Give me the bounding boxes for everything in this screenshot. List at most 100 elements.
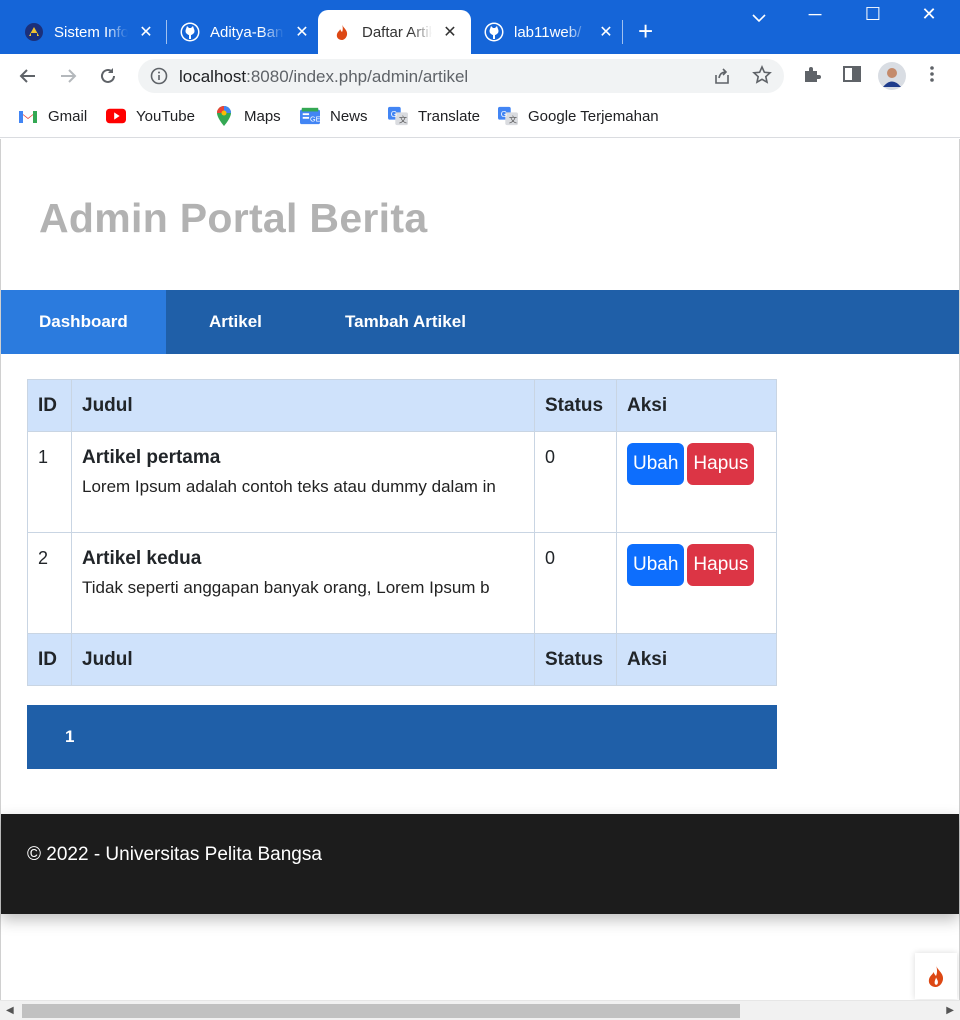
bookmark-label: Maps bbox=[244, 107, 281, 125]
bookmark-gmail[interactable]: Gmail bbox=[18, 107, 87, 125]
bookmark-label: Translate bbox=[418, 107, 480, 125]
browser-tab-daftar-artikel[interactable]: Daftar Artikel ✕ bbox=[318, 10, 471, 54]
new-tab-icon[interactable]: + bbox=[638, 18, 653, 44]
svg-text:文: 文 bbox=[399, 114, 407, 124]
nav-dashboard[interactable]: Dashboard bbox=[1, 290, 166, 354]
forward-icon[interactable] bbox=[56, 64, 80, 88]
col-id-header: ID bbox=[27, 379, 72, 432]
bookmark-maps[interactable]: Maps bbox=[214, 106, 281, 126]
url-host: localhost bbox=[179, 67, 247, 86]
maps-icon bbox=[214, 106, 234, 126]
cell-status: 0 bbox=[534, 532, 617, 634]
tab-title: Sistem Informasi bbox=[54, 23, 128, 41]
scroll-left-icon[interactable]: ◀ bbox=[6, 1005, 14, 1016]
nav-tambah-artikel[interactable]: Tambah Artikel bbox=[345, 290, 466, 354]
article-excerpt: Tidak seperti anggapan banyak orang, Lor… bbox=[82, 578, 490, 597]
cell-id: 2 bbox=[27, 532, 72, 634]
tab-title: lab11web/ bbox=[514, 23, 582, 41]
browser-tab-sistem-informasi[interactable]: Sistem Informasi ✕ bbox=[24, 10, 154, 54]
github-icon bbox=[484, 22, 504, 42]
extensions-icon[interactable] bbox=[802, 64, 822, 89]
side-panel-icon[interactable] bbox=[842, 64, 862, 89]
article-excerpt: Lorem Ipsum adalah contoh teks atau dumm… bbox=[82, 477, 496, 496]
col-status-footer: Status bbox=[534, 633, 617, 686]
svg-text:GE: GE bbox=[310, 114, 320, 123]
col-judul-header: Judul bbox=[71, 379, 535, 432]
codeigniter-icon bbox=[332, 22, 352, 42]
footer-copyright: © 2022 - Universitas Pelita Bangsa bbox=[27, 844, 322, 865]
nav-artikel[interactable]: Artikel bbox=[166, 290, 345, 354]
col-aksi-footer: Aksi bbox=[616, 633, 777, 686]
bookmark-google-terjemahan[interactable]: G文 Google Terjemahan bbox=[498, 106, 659, 126]
horizontal-scrollbar[interactable]: ◀ ▶ bbox=[0, 1000, 960, 1020]
university-logo-icon bbox=[24, 22, 44, 42]
col-judul-footer: Judul bbox=[71, 633, 535, 686]
tab-title: Daftar Artikel bbox=[362, 23, 432, 41]
back-icon[interactable] bbox=[16, 64, 40, 88]
github-icon bbox=[180, 22, 200, 42]
cell-judul: Artikel pertama Lorem Ipsum adalah conto… bbox=[71, 431, 535, 533]
col-status-header: Status bbox=[534, 379, 617, 432]
article-title: Artikel kedua bbox=[82, 548, 202, 569]
bookmark-label: YouTube bbox=[136, 107, 195, 125]
cell-aksi: Ubah Hapus bbox=[616, 431, 777, 533]
bookmark-youtube[interactable]: YouTube bbox=[106, 107, 195, 125]
browser-tab-aditya[interactable]: Aditya-Bangsa ✕ bbox=[180, 10, 310, 54]
close-tab-icon[interactable]: ✕ bbox=[598, 22, 614, 42]
share-icon[interactable] bbox=[712, 66, 732, 91]
main-nav: Dashboard Artikel Tambah Artikel bbox=[1, 290, 959, 354]
delete-button[interactable]: Hapus bbox=[687, 443, 755, 485]
scrollbar-thumb[interactable] bbox=[22, 1004, 740, 1018]
scroll-right-icon[interactable]: ▶ bbox=[946, 1005, 954, 1016]
table-row: 2 Artikel kedua Tidak seperti anggapan b… bbox=[27, 532, 777, 634]
page-link-current[interactable]: 1 bbox=[65, 727, 74, 747]
profile-avatar[interactable] bbox=[878, 62, 906, 95]
table-header-row: ID Judul Status Aksi bbox=[27, 379, 777, 432]
translate-icon: G文 bbox=[498, 106, 518, 126]
translate-icon: G文 bbox=[388, 106, 408, 126]
close-window-icon[interactable]: ✕ bbox=[914, 4, 944, 25]
bookmarks-bar: Gmail YouTube Maps GE News G文 Translate … bbox=[0, 98, 960, 138]
cell-id: 1 bbox=[27, 431, 72, 533]
codeigniter-debug-toolbar-icon[interactable] bbox=[915, 953, 957, 999]
close-tab-icon[interactable]: ✕ bbox=[442, 22, 458, 42]
close-tab-icon[interactable]: ✕ bbox=[138, 22, 154, 42]
menu-kebab-icon[interactable] bbox=[922, 64, 942, 89]
svg-text:G: G bbox=[501, 110, 507, 119]
svg-text:文: 文 bbox=[509, 114, 517, 124]
site-title: Admin Portal Berita bbox=[39, 195, 428, 241]
bookmark-label: Google Terjemahan bbox=[528, 107, 659, 125]
bookmark-news[interactable]: GE News bbox=[300, 107, 368, 125]
tab-search-icon[interactable] bbox=[744, 10, 774, 26]
minimize-icon[interactable]: ─ bbox=[800, 4, 830, 25]
col-id-footer: ID bbox=[27, 633, 72, 686]
cell-status: 0 bbox=[534, 431, 617, 533]
cell-judul: Artikel kedua Tidak seperti anggapan ban… bbox=[71, 532, 535, 634]
bookmark-label: News bbox=[330, 107, 368, 125]
pagination: 1 bbox=[27, 705, 777, 769]
delete-button[interactable]: Hapus bbox=[687, 544, 755, 586]
tab-divider bbox=[622, 20, 623, 44]
tab-title: Aditya-Bangsa bbox=[210, 23, 284, 41]
youtube-icon bbox=[106, 107, 126, 125]
page-viewport: Admin Portal Berita Dashboard Artikel Ta… bbox=[0, 139, 960, 1001]
tab-divider bbox=[166, 20, 167, 44]
bookmark-translate[interactable]: G文 Translate bbox=[388, 106, 480, 126]
browser-tab-strip: Sistem Informasi ✕ Aditya-Bangsa ✕ Dafta… bbox=[0, 0, 960, 54]
maximize-icon[interactable]: ☐ bbox=[858, 4, 888, 25]
bookmark-star-icon[interactable] bbox=[752, 65, 772, 90]
browser-tab-lab11web[interactable]: lab11web/ ✕ bbox=[484, 10, 614, 54]
table-footer-row: ID Judul Status Aksi bbox=[27, 633, 777, 686]
article-title: Artikel pertama bbox=[82, 447, 221, 468]
col-aksi-header: Aksi bbox=[616, 379, 777, 432]
site-info-icon[interactable] bbox=[150, 67, 168, 90]
cell-aksi: Ubah Hapus bbox=[616, 532, 777, 634]
reload-icon[interactable] bbox=[96, 64, 120, 88]
browser-toolbar: localhost:8080/index.php/admin/artikel bbox=[0, 54, 960, 98]
url-text: localhost:8080/index.php/admin/artikel bbox=[179, 67, 468, 87]
edit-button[interactable]: Ubah bbox=[627, 443, 685, 485]
address-bar[interactable]: localhost:8080/index.php/admin/artikel bbox=[138, 59, 784, 93]
edit-button[interactable]: Ubah bbox=[627, 544, 685, 586]
url-path: :8080/index.php/admin/artikel bbox=[246, 67, 469, 86]
close-tab-icon[interactable]: ✕ bbox=[294, 22, 310, 42]
